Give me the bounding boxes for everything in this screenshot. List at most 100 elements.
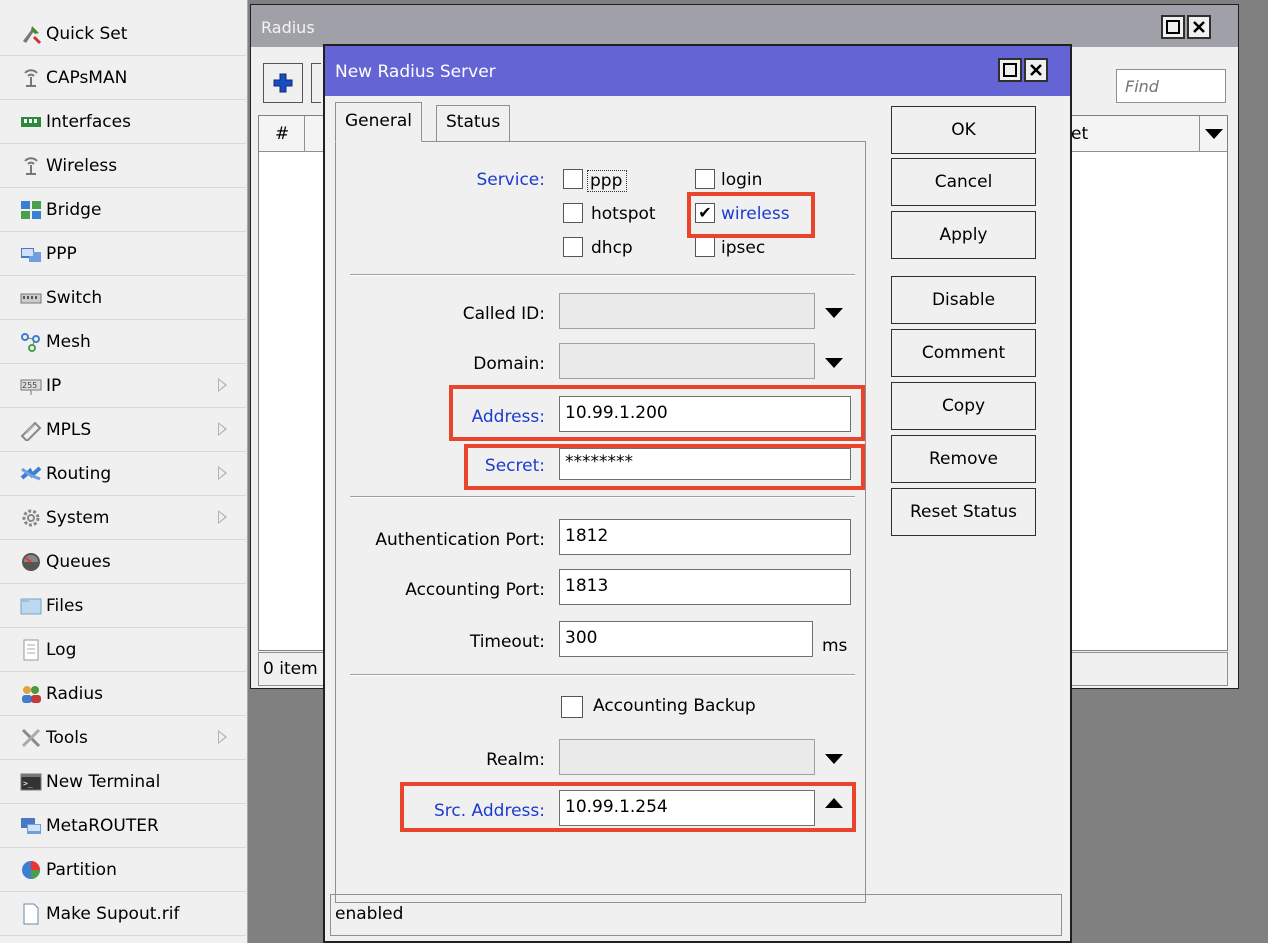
remove-button[interactable]: Remove: [891, 435, 1036, 483]
cancel-button[interactable]: Cancel: [891, 158, 1036, 206]
service-wireless-checkbox[interactable]: ✔: [695, 203, 715, 223]
accounting-backup-checkbox[interactable]: [561, 696, 583, 718]
copy-button[interactable]: Copy: [891, 382, 1036, 430]
sidebar-item-label: IP: [46, 375, 62, 396]
system-gear-icon: [20, 507, 42, 529]
sidebar-item-mesh[interactable]: Mesh: [0, 320, 246, 364]
domain-dropdown-icon[interactable]: [825, 358, 843, 368]
service-wireless-label: wireless: [721, 204, 790, 224]
separator: [350, 674, 855, 676]
ppp-icon: [20, 243, 42, 265]
sidebar-item-label: MPLS: [46, 419, 92, 440]
partition-icon: [20, 859, 42, 881]
comment-button[interactable]: Comment: [891, 329, 1036, 377]
sidebar-item-label: Partition: [46, 859, 117, 880]
bridge-icon: [20, 199, 42, 221]
service-hotspot-checkbox[interactable]: [563, 203, 583, 223]
sidebar-item-label: MetaROUTER: [46, 815, 159, 836]
sidebar-item-ip[interactable]: 255 IP: [0, 364, 246, 408]
service-dhcp-checkbox[interactable]: [563, 237, 583, 257]
service-login-checkbox[interactable]: [695, 169, 715, 189]
sidebar-item-label: CAPsMAN: [46, 67, 128, 88]
sidebar-item-label: Bridge: [46, 199, 102, 220]
submenu-arrow-icon: [218, 730, 227, 744]
sidebar-item-partition[interactable]: Partition: [0, 848, 246, 892]
sidebar-item-radius[interactable]: Radius: [0, 672, 246, 716]
switch-icon: [20, 287, 42, 309]
add-button[interactable]: [263, 63, 303, 103]
sidebar-item-label: Make Supout.rif: [46, 903, 180, 924]
sidebar-item-wireless[interactable]: Wireless: [0, 144, 246, 188]
sidebar-item-bridge[interactable]: Bridge: [0, 188, 246, 232]
address-input[interactable]: 10.99.1.200: [559, 396, 851, 432]
column-header-number[interactable]: #: [275, 124, 289, 144]
sidebar-item-label: Queues: [46, 551, 111, 572]
sidebar-item-tools[interactable]: Tools: [0, 716, 246, 760]
dialog-status-bar: enabled: [330, 894, 1062, 936]
maximize-icon[interactable]: [1161, 15, 1185, 39]
sidebar-item-log[interactable]: Log: [0, 628, 246, 672]
submenu-arrow-icon: [218, 378, 227, 392]
queues-icon: [20, 551, 42, 573]
maximize-icon[interactable]: [998, 58, 1022, 82]
metarouter-icon: [20, 815, 42, 837]
sidebar-item-ppp[interactable]: PPP: [0, 232, 246, 276]
sidebar-item-interfaces[interactable]: Interfaces: [0, 100, 246, 144]
column-chooser-button[interactable]: [1199, 116, 1227, 152]
quick-set-icon: [20, 23, 42, 45]
separator: [350, 496, 855, 498]
tab-status[interactable]: Status: [436, 105, 511, 141]
close-icon[interactable]: [1024, 58, 1048, 82]
separator: [350, 274, 855, 276]
service-ppp-checkbox[interactable]: [563, 169, 583, 189]
called-id-input[interactable]: [559, 293, 815, 329]
column-divider: [304, 116, 305, 152]
sidebar-item-label: Files: [46, 595, 84, 616]
sidebar-item-label: Quick Set: [46, 23, 128, 44]
ok-button[interactable]: OK: [891, 106, 1036, 154]
realm-dropdown-icon[interactable]: [825, 754, 843, 764]
tab-general[interactable]: General: [335, 102, 422, 142]
sidebar-item-new-terminal[interactable]: >_ New Terminal: [0, 760, 246, 804]
radius-users-icon: [20, 683, 42, 705]
find-input[interactable]: [1116, 69, 1226, 103]
called-id-dropdown-icon[interactable]: [825, 308, 843, 318]
domain-input[interactable]: [559, 343, 815, 379]
sidebar-item-make-supout[interactable]: Make Supout.rif: [0, 892, 246, 936]
sidebar-item-metarouter[interactable]: MetaROUTER: [0, 804, 246, 848]
reset-status-button[interactable]: Reset Status: [891, 488, 1036, 536]
sidebar-item-files[interactable]: Files: [0, 584, 246, 628]
secret-label: Secret:: [484, 456, 545, 476]
sidebar-item-mpls[interactable]: MPLS: [0, 408, 246, 452]
called-id-label: Called ID:: [462, 304, 545, 324]
sidebar-item-label: PPP: [46, 243, 77, 264]
mpls-icon: [20, 419, 42, 441]
accounting-port-input[interactable]: 1813: [559, 569, 851, 605]
service-label: Service:: [476, 170, 545, 190]
submenu-arrow-icon: [218, 466, 227, 480]
realm-input[interactable]: [559, 739, 815, 775]
submenu-arrow-icon: [218, 422, 227, 436]
close-icon[interactable]: [1187, 15, 1211, 39]
sidebar-item-queues[interactable]: Queues: [0, 540, 246, 584]
timeout-label: Timeout:: [469, 632, 545, 652]
address-label: Address:: [471, 407, 545, 427]
service-ipsec-checkbox[interactable]: [695, 237, 715, 257]
wireless-icon: [20, 155, 42, 177]
sidebar-item-switch[interactable]: Switch: [0, 276, 246, 320]
timeout-input[interactable]: 300: [559, 621, 813, 657]
secret-input[interactable]: ********: [559, 448, 851, 480]
service-login-label: login: [721, 170, 763, 190]
accounting-backup-label: Accounting Backup: [593, 696, 756, 716]
disable-button[interactable]: Disable: [891, 276, 1036, 324]
src-address-input[interactable]: 10.99.1.254: [559, 790, 815, 826]
sidebar-item-quick-set[interactable]: Quick Set: [0, 12, 246, 56]
apply-button[interactable]: Apply: [891, 211, 1036, 259]
sidebar-item-routing[interactable]: Routing: [0, 452, 246, 496]
sidebar-item-system[interactable]: System: [0, 496, 246, 540]
column-header-partial[interactable]: et: [1071, 124, 1088, 144]
sidebar-item-capsman[interactable]: CAPsMAN: [0, 56, 246, 100]
svg-text:>_: >_: [23, 779, 33, 788]
src-address-collapse-icon[interactable]: [825, 798, 843, 808]
authentication-port-input[interactable]: 1812: [559, 519, 851, 555]
